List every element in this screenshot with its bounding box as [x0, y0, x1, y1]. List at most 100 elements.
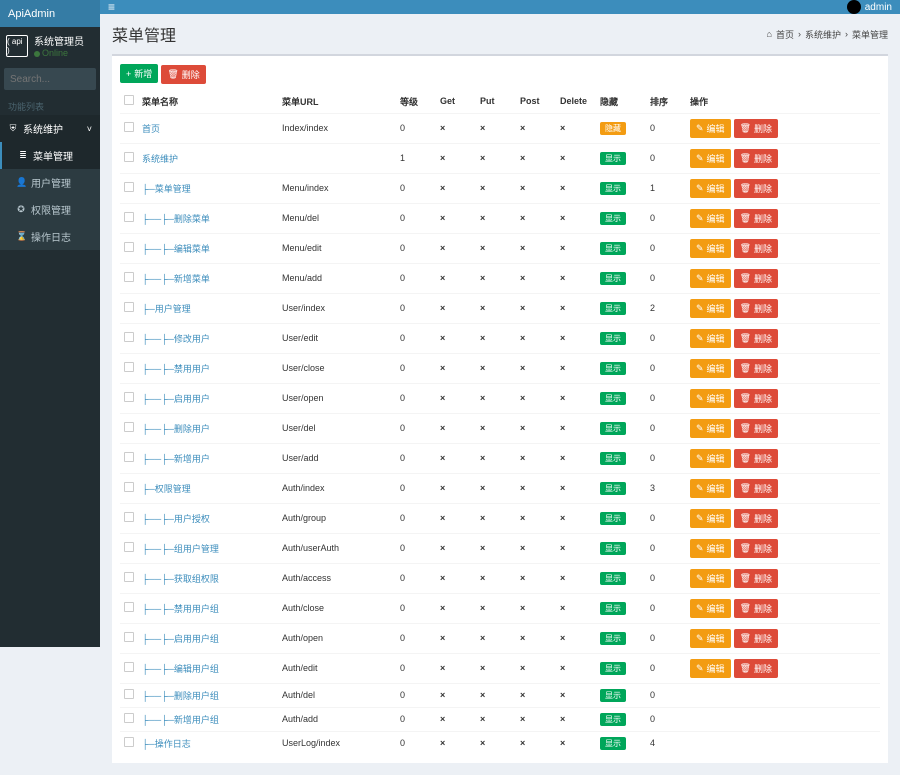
edit-button[interactable]: ✎编辑: [690, 569, 731, 588]
row-delete-button[interactable]: 🗑删除: [734, 329, 778, 348]
sidebar-search[interactable]: 🔍: [4, 68, 96, 90]
menu-name-link[interactable]: ├──├─删除菜单: [142, 214, 210, 224]
row-delete-button[interactable]: 🗑删除: [734, 629, 778, 648]
menu-name-link[interactable]: ├──├─新增用户: [142, 454, 210, 464]
row-checkbox[interactable]: [124, 242, 134, 252]
row-delete-button[interactable]: 🗑删除: [734, 659, 778, 678]
breadcrumb-home[interactable]: 首页: [776, 28, 794, 41]
edit-button[interactable]: ✎编辑: [690, 239, 731, 258]
menu-name-link[interactable]: 系统维护: [142, 154, 178, 164]
menu-name-link[interactable]: ├──├─启用用户组: [142, 634, 219, 644]
sidebar-subitem[interactable]: ≣菜单管理: [0, 142, 100, 169]
menu-name-link[interactable]: ├──├─获取组权限: [142, 574, 219, 584]
edit-button[interactable]: ✎编辑: [690, 119, 731, 138]
row-delete-button[interactable]: 🗑删除: [734, 119, 778, 138]
row-delete-button[interactable]: 🗑删除: [734, 509, 778, 528]
menu-name-link[interactable]: ├──├─组用户管理: [142, 544, 219, 554]
menu-name-link[interactable]: ├──├─删除用户组: [142, 691, 219, 701]
menu-name-link[interactable]: ├──├─新增用户组: [142, 715, 219, 725]
edit-button[interactable]: ✎编辑: [690, 509, 731, 528]
edit-button[interactable]: ✎编辑: [690, 539, 731, 558]
row-checkbox[interactable]: [124, 122, 134, 132]
row-checkbox[interactable]: [124, 452, 134, 462]
row-delete-button[interactable]: 🗑删除: [734, 179, 778, 198]
brand-logo[interactable]: ApiAdmin: [0, 0, 100, 27]
topbar-avatar[interactable]: [847, 0, 861, 14]
menu-name-link[interactable]: ├──├─新增菜单: [142, 274, 210, 284]
row-checkbox[interactable]: [124, 272, 134, 282]
row-checkbox[interactable]: [124, 602, 134, 612]
menu-name-link[interactable]: ├──├─删除用户: [142, 424, 210, 434]
row-delete-button[interactable]: 🗑删除: [734, 419, 778, 438]
row-checkbox[interactable]: [124, 689, 134, 699]
row-checkbox[interactable]: [124, 212, 134, 222]
row-checkbox[interactable]: [124, 542, 134, 552]
edit-button[interactable]: ✎编辑: [690, 299, 731, 318]
menu-name-link[interactable]: ├─权限管理: [142, 484, 191, 494]
sidebar-item[interactable]: ⛨系统维护˅: [0, 115, 100, 142]
menu-name-link[interactable]: ├─操作日志: [142, 739, 191, 749]
menu-name-link[interactable]: 首页: [142, 124, 160, 134]
edit-button[interactable]: ✎编辑: [690, 629, 731, 648]
edit-button[interactable]: ✎编辑: [690, 419, 731, 438]
delete-button[interactable]: 🗑删除: [161, 65, 205, 84]
edit-button[interactable]: ✎编辑: [690, 149, 731, 168]
add-button[interactable]: +新增: [120, 64, 158, 83]
menu-name-link[interactable]: ├──├─禁用用户: [142, 364, 210, 374]
edit-button[interactable]: ✎编辑: [690, 389, 731, 408]
row-delete-button[interactable]: 🗑删除: [734, 599, 778, 618]
row-delete-button[interactable]: 🗑删除: [734, 389, 778, 408]
row-checkbox[interactable]: [124, 302, 134, 312]
row-checkbox[interactable]: [124, 737, 134, 747]
edit-button[interactable]: ✎编辑: [690, 449, 731, 468]
row-checkbox[interactable]: [124, 632, 134, 642]
edit-button[interactable]: ✎编辑: [690, 359, 731, 378]
topbar-user-label[interactable]: admin: [865, 2, 892, 13]
menu-name-link[interactable]: ├──├─编辑菜单: [142, 244, 210, 254]
row-checkbox[interactable]: [124, 362, 134, 372]
row-delete-button[interactable]: 🗑删除: [734, 239, 778, 258]
edit-button[interactable]: ✎编辑: [690, 659, 731, 678]
row-checkbox[interactable]: [124, 182, 134, 192]
edit-button[interactable]: ✎编辑: [690, 599, 731, 618]
menu-name-link[interactable]: ├──├─禁用用户组: [142, 604, 219, 614]
row-checkbox[interactable]: [124, 482, 134, 492]
edit-button[interactable]: ✎编辑: [690, 329, 731, 348]
row-delete-button[interactable]: 🗑删除: [734, 269, 778, 288]
row-checkbox[interactable]: [124, 332, 134, 342]
row-checkbox[interactable]: [124, 152, 134, 162]
edit-button[interactable]: ✎编辑: [690, 179, 731, 198]
menu-name-link[interactable]: ├──├─编辑用户组: [142, 664, 219, 674]
row-delete-button[interactable]: 🗑删除: [734, 299, 778, 318]
row-delete-button[interactable]: 🗑删除: [734, 359, 778, 378]
sidebar-subitem[interactable]: ⌛操作日志: [0, 223, 100, 250]
row-checkbox[interactable]: [124, 572, 134, 582]
sidebar-subitem[interactable]: ✪权限管理: [0, 196, 100, 223]
row-delete-button[interactable]: 🗑删除: [734, 479, 778, 498]
row-delete-button[interactable]: 🗑删除: [734, 569, 778, 588]
row-delete-button[interactable]: 🗑删除: [734, 209, 778, 228]
menu-name-link[interactable]: ├──├─用户授权: [142, 514, 210, 524]
edit-button[interactable]: ✎编辑: [690, 479, 731, 498]
row-delete-button[interactable]: 🗑删除: [734, 449, 778, 468]
row-checkbox[interactable]: [124, 662, 134, 672]
menu-name-link[interactable]: ├─用户管理: [142, 304, 191, 314]
row-delete-button[interactable]: 🗑删除: [734, 149, 778, 168]
x-icon: ×: [560, 690, 565, 700]
row-checkbox[interactable]: [124, 422, 134, 432]
x-icon: ×: [480, 738, 485, 748]
select-all-checkbox[interactable]: [124, 95, 134, 105]
edit-button[interactable]: ✎编辑: [690, 269, 731, 288]
row-checkbox[interactable]: [124, 512, 134, 522]
row-checkbox[interactable]: [124, 713, 134, 723]
menu-name-link[interactable]: ├──├─启用用户: [142, 394, 210, 404]
hamburger-icon[interactable]: ≡: [108, 0, 115, 14]
row-checkbox[interactable]: [124, 392, 134, 402]
breadcrumb-section[interactable]: 系统维护: [805, 28, 841, 41]
menu-name-link[interactable]: ├─菜单管理: [142, 184, 191, 194]
row-delete-button[interactable]: 🗑删除: [734, 539, 778, 558]
trash-icon: 🗑: [740, 243, 751, 254]
edit-button[interactable]: ✎编辑: [690, 209, 731, 228]
sidebar-subitem[interactable]: 👤用户管理: [0, 169, 100, 196]
menu-name-link[interactable]: ├──├─修改用户: [142, 334, 210, 344]
